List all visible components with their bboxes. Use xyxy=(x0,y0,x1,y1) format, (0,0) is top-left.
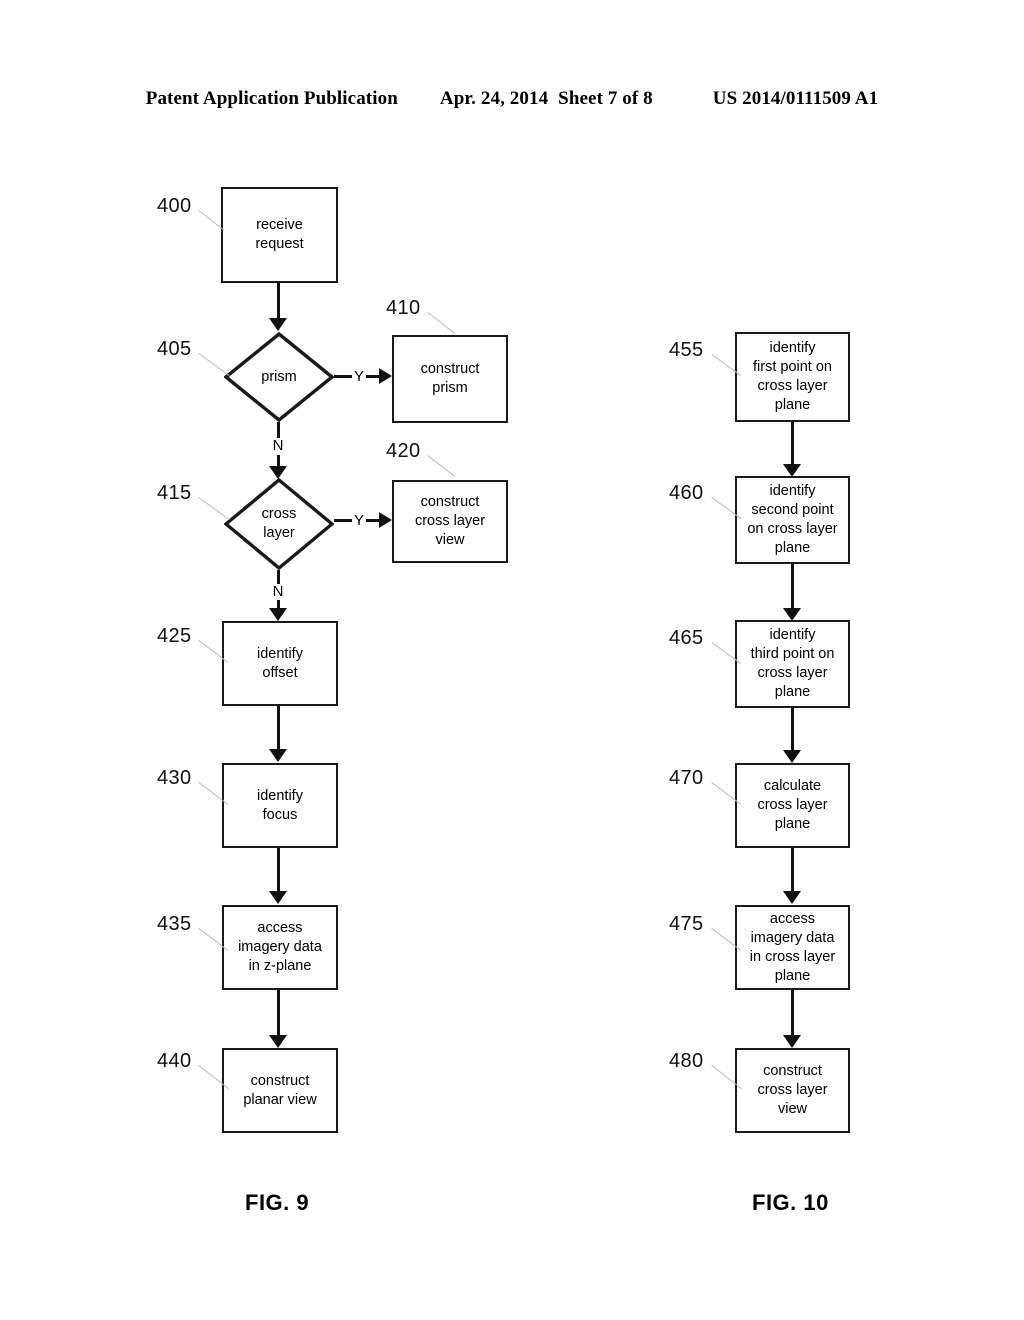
refnum-470: 470 xyxy=(669,767,704,789)
node-435-access-imagery-data-z-plane: access imagery data in z-plane xyxy=(222,905,338,990)
refnum-405: 405 xyxy=(157,338,192,360)
arrowhead-425-430 xyxy=(269,749,287,762)
arrowhead-405-410 xyxy=(379,368,392,384)
node-405-label: prism xyxy=(261,368,297,385)
connector-400-405 xyxy=(277,283,280,319)
node-475-access-imagery-data-cross-layer: access imagery data in cross layer plane xyxy=(735,905,850,990)
branch-label-prism-yes: Y xyxy=(352,368,366,385)
node-400-label: receive request xyxy=(255,217,304,252)
node-420-label: construct cross layer view xyxy=(414,494,486,548)
refnum-410: 410 xyxy=(386,297,421,319)
node-430-identify-focus: identify focus xyxy=(222,763,338,848)
branch-label-cross-layer-no: N xyxy=(271,583,285,600)
node-410-label: construct prism xyxy=(420,361,480,396)
node-440-label: construct planar view xyxy=(243,1072,317,1108)
node-475-label: access imagery data in cross layer plane xyxy=(749,910,836,984)
connector-465-470 xyxy=(791,708,794,752)
page-header: Patent Application Publication Apr. 24, … xyxy=(0,88,1024,114)
arrowhead-415-425 xyxy=(269,608,287,621)
figure-caption-fig9: FIG. 9 xyxy=(245,1190,310,1215)
refnum-440: 440 xyxy=(157,1050,192,1072)
refnum-460: 460 xyxy=(669,482,704,504)
node-455-identify-first-point: identify first point on cross layer plane xyxy=(735,332,850,422)
arrowhead-415-420 xyxy=(379,512,392,528)
connector-460-465 xyxy=(791,564,794,610)
node-400-receive-request: receive request xyxy=(221,187,338,283)
connector-455-460 xyxy=(791,422,794,466)
connector-470-475 xyxy=(791,848,794,892)
node-425-identify-offset: identify offset xyxy=(222,621,338,706)
header-sheet: Sheet 7 of 8 xyxy=(558,88,653,109)
connector-430-435 xyxy=(277,848,280,892)
refnum-425: 425 xyxy=(157,625,192,647)
node-415-cross-layer-decision: cross layer xyxy=(224,478,334,570)
node-455-label: identify first point on cross layer plane xyxy=(753,340,832,413)
patent-figure-page: Patent Application Publication Apr. 24, … xyxy=(0,0,1024,1320)
connector-405-410-right xyxy=(366,375,380,378)
leader-line-410 xyxy=(427,312,455,334)
connector-425-430 xyxy=(277,706,280,750)
refnum-480: 480 xyxy=(669,1050,704,1072)
header-date: Apr. 24, 2014 xyxy=(439,88,549,109)
node-465-label: identify third point on cross layer plane xyxy=(750,627,835,700)
node-430-label: identify focus xyxy=(257,787,303,823)
refnum-465: 465 xyxy=(669,627,704,649)
arrowhead-435-440 xyxy=(269,1035,287,1048)
refnum-475: 475 xyxy=(669,913,704,935)
arrowhead-400-405 xyxy=(269,318,287,331)
refnum-435: 435 xyxy=(157,913,192,935)
node-460-identify-second-point: identify second point on cross layer plane xyxy=(735,476,850,564)
node-435-label: access imagery data in z-plane xyxy=(238,920,322,974)
node-470-label: calculate cross layer plane xyxy=(757,778,828,832)
header-publication: Patent Application Publication xyxy=(145,88,398,109)
arrowhead-465-470 xyxy=(783,750,801,763)
branch-label-cross-layer-yes: Y xyxy=(352,512,366,529)
node-460-label: identify second point on cross layer plane xyxy=(747,483,838,556)
refnum-430: 430 xyxy=(157,767,192,789)
node-440-construct-planar-view: construct planar view xyxy=(222,1048,338,1133)
node-420-construct-cross-layer-view: construct cross layer view xyxy=(392,480,508,563)
node-480-label: construct cross layer view xyxy=(757,1063,828,1117)
connector-415-420-right xyxy=(366,519,380,522)
refnum-415: 415 xyxy=(157,482,192,504)
arrowhead-475-480 xyxy=(783,1035,801,1048)
connector-435-440 xyxy=(277,990,280,1036)
arrowhead-470-475 xyxy=(783,891,801,904)
node-410-construct-prism: construct prism xyxy=(392,335,508,423)
node-480-construct-cross-layer-view: construct cross layer view xyxy=(735,1048,850,1133)
node-415-label: cross layer xyxy=(261,506,297,541)
figure-caption-fig10: FIG. 10 xyxy=(752,1190,829,1215)
node-425-label: identify offset xyxy=(257,645,303,681)
refnum-400: 400 xyxy=(157,195,192,217)
node-465-identify-third-point: identify third point on cross layer plane xyxy=(735,620,850,708)
node-470-calculate-cross-layer-plane: calculate cross layer plane xyxy=(735,763,850,848)
refnum-420: 420 xyxy=(386,440,421,462)
arrowhead-430-435 xyxy=(269,891,287,904)
leader-line-420 xyxy=(427,455,455,477)
node-405-prism-decision: prism xyxy=(224,332,334,422)
connector-475-480 xyxy=(791,990,794,1036)
header-patent-number: US 2014/0111509 A1 xyxy=(712,88,879,109)
branch-label-prism-no: N xyxy=(271,437,285,454)
refnum-455: 455 xyxy=(669,339,704,361)
